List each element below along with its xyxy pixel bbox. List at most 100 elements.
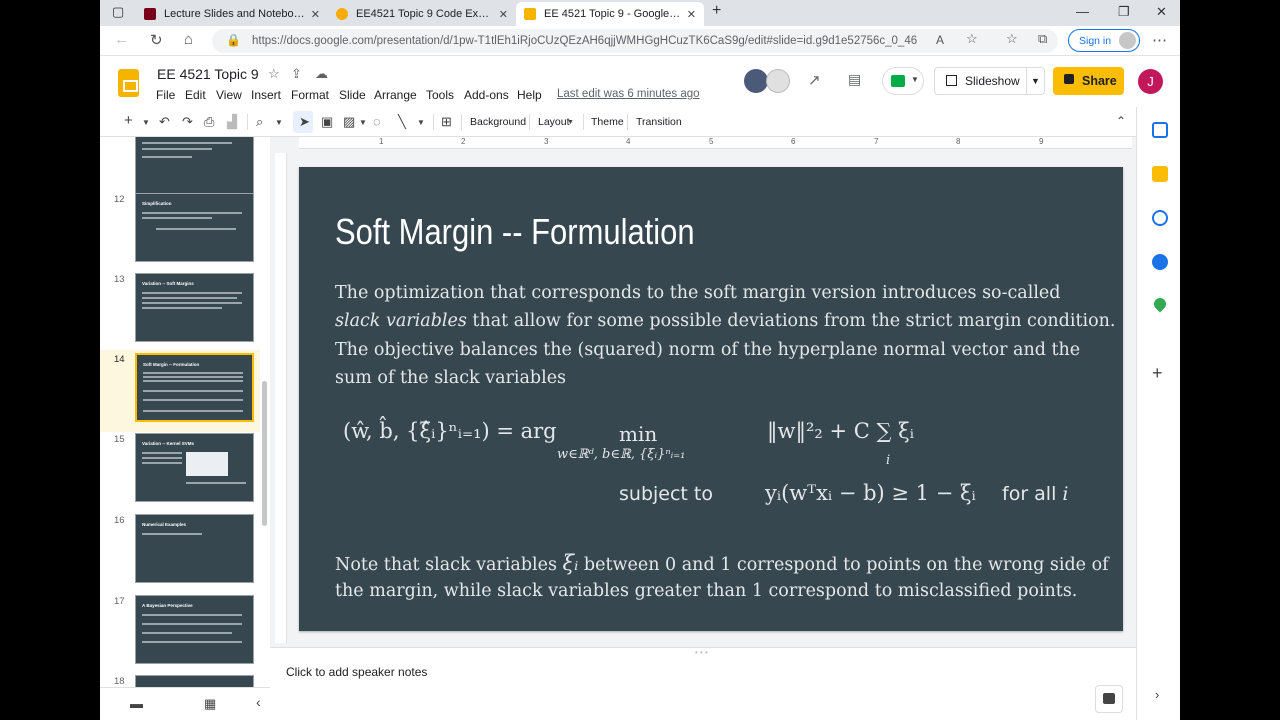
collapse-toolbar-icon[interactable]: ⌃ xyxy=(1116,114,1126,128)
slide-title[interactable]: Soft Margin -- Formulation xyxy=(335,211,695,253)
reload-icon[interactable]: ↻ xyxy=(150,31,163,49)
layout-button[interactable]: Layout xyxy=(538,116,570,128)
back-icon[interactable]: ← xyxy=(114,31,129,48)
tab-code-examples[interactable]: EE4521 Topic 9 Code Examples.ip ✕ xyxy=(328,2,516,26)
collaborator-avatar[interactable] xyxy=(744,69,768,93)
comments-icon[interactable]: ▤ xyxy=(848,71,861,88)
menu-view[interactable]: View xyxy=(216,88,242,102)
menu-addons[interactable]: Add-ons xyxy=(464,88,509,102)
grid-view-icon[interactable]: ▦ xyxy=(204,696,216,712)
sign-in-button[interactable]: Sign in xyxy=(1068,29,1140,52)
home-icon[interactable]: ⌂ xyxy=(184,31,193,48)
menu-tools[interactable]: Tools xyxy=(426,88,454,102)
slide-thumbnail[interactable] xyxy=(135,137,254,198)
slide-14[interactable]: Soft Margin -- Formulation The optimizat… xyxy=(299,167,1123,631)
zoom-icon[interactable]: ⌕ xyxy=(256,114,263,130)
body-line-4[interactable]: sum of the slack variables xyxy=(335,364,566,393)
slide-thumbnail[interactable]: A Bayesian Perspective xyxy=(135,595,254,664)
new-slide-icon[interactable]: + xyxy=(124,112,133,129)
read-aloud-icon[interactable]: A xyxy=(936,33,944,47)
tasks-icon[interactable] xyxy=(1152,210,1168,226)
comment-add-icon[interactable]: ⊞ xyxy=(441,114,452,130)
filmstrip-view-icon[interactable]: ▬ xyxy=(130,696,143,711)
account-avatar[interactable]: J xyxy=(1138,69,1163,94)
menu-help[interactable]: Help xyxy=(517,88,542,102)
window-close-icon[interactable]: ✕ xyxy=(1156,4,1167,20)
new-tab-button[interactable]: + xyxy=(712,2,721,20)
collections-icon[interactable]: ⧉ xyxy=(1038,31,1047,47)
meet-button[interactable]: ▼ xyxy=(882,67,924,95)
slide-thumbnail[interactable] xyxy=(135,675,254,687)
explore-button[interactable] xyxy=(1095,685,1123,713)
body-line-3[interactable]: The objective balances the (squared) nor… xyxy=(335,336,1080,365)
menu-insert[interactable]: Insert xyxy=(251,88,281,102)
collaborator-avatar-2[interactable] xyxy=(766,69,790,93)
background-button[interactable]: Background xyxy=(470,116,526,128)
new-slide-dropdown-icon[interactable]: ▼ xyxy=(142,118,150,127)
more-menu-icon[interactable]: ⋯ xyxy=(1152,31,1167,49)
slide-thumbnail-selected[interactable]: Soft Margin -- Formulation xyxy=(135,353,254,422)
activity-trend-icon[interactable]: ↗ xyxy=(808,71,821,89)
menu-file[interactable]: File xyxy=(156,88,175,102)
tab-actions-icon[interactable]: ▢ xyxy=(112,4,124,20)
slide-thumbnail[interactable]: Variation -- Kernel SVMs xyxy=(135,433,254,502)
image-icon[interactable]: ▨ xyxy=(343,114,355,130)
calendar-icon[interactable] xyxy=(1152,122,1168,138)
note-line-1[interactable]: Note that slack variables ξᵢ between 0 a… xyxy=(335,549,1109,580)
favorite-star-icon[interactable]: ☆ xyxy=(966,31,978,47)
tab-lecture-slides[interactable]: Lecture Slides and Notebooks: E ✕ xyxy=(136,2,328,26)
add-addon-icon[interactable]: + xyxy=(1152,363,1163,384)
redo-icon[interactable]: ↷ xyxy=(182,114,193,130)
tab-google-slides[interactable]: EE 4521 Topic 9 - Google Slides ✕ xyxy=(516,2,704,26)
layout-dropdown-icon[interactable]: ▼ xyxy=(567,119,574,126)
slideshow-button[interactable]: Slideshow ▼ xyxy=(934,67,1045,95)
menu-edit[interactable]: Edit xyxy=(185,88,206,102)
expand-panel-icon[interactable]: › xyxy=(1155,687,1159,702)
text-box-icon[interactable]: ▣ xyxy=(321,114,333,130)
image-dropdown-icon[interactable]: ▼ xyxy=(359,118,367,127)
print-icon[interactable]: ⎙ xyxy=(204,114,214,130)
notes-resize-handle[interactable]: • • • xyxy=(695,648,708,657)
close-icon[interactable]: ✕ xyxy=(687,8,696,21)
minimize-icon[interactable]: — xyxy=(1076,4,1089,19)
close-icon[interactable]: ✕ xyxy=(311,8,320,21)
close-icon[interactable]: ✕ xyxy=(499,8,508,21)
contacts-icon[interactable] xyxy=(1152,254,1168,270)
transition-button[interactable]: Transition xyxy=(636,116,682,128)
slideshow-dropdown-icon[interactable]: ▼ xyxy=(1026,68,1044,94)
zoom-dropdown-icon[interactable]: ▼ xyxy=(275,118,283,127)
url-field[interactable]: 🔒 https://docs.google.com/presentation/d… xyxy=(212,29,1058,53)
menu-format[interactable]: Format xyxy=(291,88,329,102)
move-folder-icon[interactable]: ⇪ xyxy=(291,66,302,82)
vertical-ruler[interactable] xyxy=(275,153,287,643)
theme-button[interactable]: Theme xyxy=(591,116,624,128)
favorites-icon[interactable]: ☆ xyxy=(1006,31,1018,47)
undo-icon[interactable]: ↶ xyxy=(159,114,170,130)
slides-logo-icon[interactable] xyxy=(118,69,139,97)
filmstrip-scrollbar[interactable] xyxy=(262,381,267,526)
menu-slide[interactable]: Slide xyxy=(339,88,366,102)
line-dropdown-icon[interactable]: ▼ xyxy=(417,118,425,127)
menu-arrange[interactable]: Arrange xyxy=(374,88,417,102)
body-line-1[interactable]: The optimization that corresponds to the… xyxy=(335,279,1060,308)
select-cursor-icon[interactable]: ➤ xyxy=(299,114,310,130)
star-icon[interactable]: ☆ xyxy=(268,66,280,82)
speaker-notes-placeholder[interactable]: Click to add speaker notes xyxy=(286,665,427,679)
last-edit-link[interactable]: Last edit was 6 minutes ago xyxy=(557,88,700,100)
shape-icon[interactable]: ◌ xyxy=(373,114,381,129)
maximize-icon[interactable]: ❐ xyxy=(1118,4,1130,20)
speaker-notes[interactable]: • • • Click to add speaker notes xyxy=(270,647,1136,720)
slide-thumbnail[interactable]: Simplification xyxy=(135,193,254,262)
share-button[interactable]: Share xyxy=(1053,67,1124,95)
document-title[interactable]: EE 4521 Topic 9 xyxy=(157,66,259,82)
keep-icon[interactable] xyxy=(1152,166,1168,182)
horizontal-ruler[interactable]: 1 2 3 4 5 6 7 8 9 xyxy=(299,137,1132,149)
slide-thumbnail[interactable]: Numerical Examples xyxy=(135,514,254,583)
body-line-2[interactable]: slack variables that allow for some poss… xyxy=(335,307,1115,336)
paint-format-icon[interactable]: ▟ xyxy=(227,114,237,130)
line-icon[interactable]: ╲ xyxy=(398,114,406,130)
slide-thumbnail[interactable]: Variation -- Soft Margins xyxy=(135,273,254,342)
maps-icon[interactable] xyxy=(1151,295,1169,313)
note-line-2[interactable]: the margin, while slack variables greate… xyxy=(335,577,1077,606)
collapse-filmstrip-icon[interactable]: ‹ xyxy=(256,694,261,710)
